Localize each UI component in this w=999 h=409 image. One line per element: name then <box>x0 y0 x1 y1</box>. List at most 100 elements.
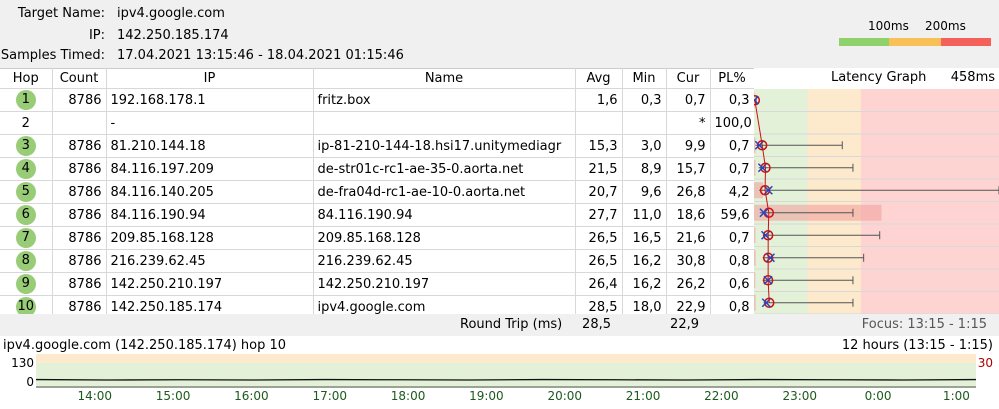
packet-loss-bar <box>754 249 756 266</box>
cell-name: fritz.box <box>313 88 576 112</box>
target-name-value: ipv4.google.com <box>117 6 225 21</box>
timeline-axis: 14:00 15:00 16:00 17:00 18:00 19:00 20:00 21:00… <box>36 389 976 409</box>
col-count[interactable]: Count <box>52 68 107 89</box>
timeline-tick-label: 23:00 <box>782 389 818 403</box>
cell-min: 16,5 <box>622 226 667 250</box>
table-row[interactable]: 5 8786 84.116.140.205 de-fra04d-rc1-ae-10-0… <box>0 180 755 204</box>
cell-ip: 142.250.210.197 <box>106 272 314 296</box>
cell-hop: 4 <box>0 157 53 181</box>
cell-pl: 0,7 <box>710 157 755 181</box>
latency-graph-title: Latency Graph <box>831 70 927 85</box>
table-header-row: Hop Count IP Name Avg Min Cur PL% <box>0 68 755 89</box>
cell-hop: 3 <box>0 134 53 158</box>
cell-cur: 18,6 <box>666 203 711 227</box>
cell-ip: 84.116.190.94 <box>106 203 314 227</box>
cell-pl: 0,7 <box>710 134 755 158</box>
cell-avg: 26,5 <box>575 249 623 273</box>
ip-label: IP: <box>88 28 105 43</box>
cell-cur: 30,8 <box>666 249 711 273</box>
cell-pl: 0,3 <box>710 88 755 112</box>
cell-avg: 15,3 <box>575 134 623 158</box>
cell-min: 16,2 <box>622 249 667 273</box>
col-ip[interactable]: IP <box>106 68 314 89</box>
timeline-tick-label: 20:00 <box>547 389 583 403</box>
col-min[interactable]: Min <box>622 68 667 89</box>
timeline-tick-label: 16:00 <box>234 389 269 403</box>
legend-200ms: 200ms <box>925 19 966 33</box>
cell-cur: 21,6 <box>666 226 711 250</box>
hop-badge: 6 <box>15 205 36 225</box>
cell-cur: 26,2 <box>666 272 711 296</box>
cell-count: 8786 <box>52 134 107 158</box>
col-pl[interactable]: PL% <box>710 68 755 89</box>
timeline-tick-label: 14:00 <box>77 389 113 403</box>
target-name-label: Target Name: <box>17 6 105 21</box>
cell-count: 8786 <box>52 226 107 250</box>
cell-cur: 9,9 <box>666 134 711 158</box>
timeline-tick-label: 21:00 <box>625 389 661 403</box>
timeline-zone-good <box>36 362 976 388</box>
cell-hop: 5 <box>0 180 53 204</box>
col-hop[interactable]: Hop <box>0 68 53 89</box>
table-row[interactable]: 7 8786 209.85.168.128 209.85.168.128 26,5 16,… <box>0 226 755 250</box>
table-row[interactable]: 9 8786 142.250.210.197 142.250.210.197 26,4 1… <box>0 272 755 296</box>
cell-avg: 20,7 <box>575 180 623 204</box>
cell-ip: - <box>106 111 314 135</box>
cell-name: 142.250.210.197 <box>313 272 576 296</box>
cell-count: 8786 <box>52 249 107 273</box>
timeline-range: 12 hours (13:15 - 1:15) <box>841 338 993 353</box>
packet-loss-bar <box>754 159 756 176</box>
cell-avg: 26,4 <box>575 272 623 296</box>
packet-loss-bar <box>754 272 756 289</box>
timeline-y-right: 30 <box>977 356 993 370</box>
timeline-tick-label: 22:00 <box>704 389 739 403</box>
latency-graph-max: 458ms <box>950 70 995 85</box>
table-row[interactable]: 1 8786 192.168.178.1 fritz.box 1,6 0,3 0,7 0,3 <box>0 88 755 112</box>
cell-pl: 0,6 <box>710 272 755 296</box>
cell-pl: 4,2 <box>710 180 755 204</box>
cell-name: 209.85.168.128 <box>313 226 576 250</box>
cell-name: ip-81-210-144-18.hsi17.unitymediagr <box>313 134 576 158</box>
header-panel: Target Name: ipv4.google.com IP: 142.250… <box>0 0 999 68</box>
cell-min: 8,9 <box>622 157 667 181</box>
round-trip-avg: 28,5 <box>582 317 611 332</box>
focus-label: Focus: 13:15 - 1:15 <box>861 317 987 332</box>
col-avg[interactable]: Avg <box>575 68 623 89</box>
col-cur[interactable]: Cur <box>666 68 711 89</box>
packet-loss-bar <box>754 137 756 154</box>
col-name[interactable]: Name <box>313 68 576 89</box>
cell-ip: 81.210.144.18 <box>106 134 314 158</box>
cell-name: 216.239.62.45 <box>313 249 576 273</box>
cell-ip: 84.116.197.209 <box>106 157 314 181</box>
legend-green-bar <box>839 38 889 46</box>
table-row[interactable]: 2 - * 100,0 <box>0 111 755 135</box>
timeline-tick-label: 18:00 <box>390 389 426 403</box>
packet-loss-bar <box>754 227 756 244</box>
hop-badge: 3 <box>15 136 36 156</box>
cell-name <box>313 111 576 135</box>
cell-ip: 209.85.168.128 <box>106 226 314 250</box>
round-trip-cur: 22,9 <box>670 317 699 332</box>
cell-pl: 0,8 <box>710 249 755 273</box>
cell-ip: 216.239.62.45 <box>106 249 314 273</box>
latency-graph: Latency Graph 458ms <box>749 68 999 315</box>
timeline-zone-warn <box>36 354 976 363</box>
table-row[interactable]: 6 8786 84.116.190.94 84.116.190.94 27,7 11,0 1… <box>0 203 755 227</box>
cell-pl: 0,7 <box>710 226 755 250</box>
hop-badge: 7 <box>15 228 36 248</box>
cell-hop: 8 <box>0 249 53 273</box>
round-trip-label: Round Trip (ms) <box>460 317 563 332</box>
timeline-tick-label: 15:00 <box>155 389 191 403</box>
cell-hop: 6 <box>0 203 53 227</box>
timeline-tick-label: 0:00 <box>864 389 892 403</box>
table-row[interactable]: 8 8786 216.239.62.45 216.239.62.45 26,5 16,2 3… <box>0 249 755 273</box>
cell-hop: 1 <box>0 88 53 112</box>
cell-count: 8786 <box>52 88 107 112</box>
table-row[interactable]: 4 8786 84.116.197.209 de-str01c-rc1-ae-35-0… <box>0 157 755 181</box>
cell-avg: 26,5 <box>575 226 623 250</box>
table-row[interactable]: 3 8786 81.210.144.18 ip-81-210-144-18.hsi17… <box>0 134 755 158</box>
hop-badge: 8 <box>15 251 36 271</box>
cell-count: 8786 <box>52 203 107 227</box>
timeline-chart[interactable] <box>36 354 976 388</box>
hop-badge: 5 <box>15 182 36 202</box>
